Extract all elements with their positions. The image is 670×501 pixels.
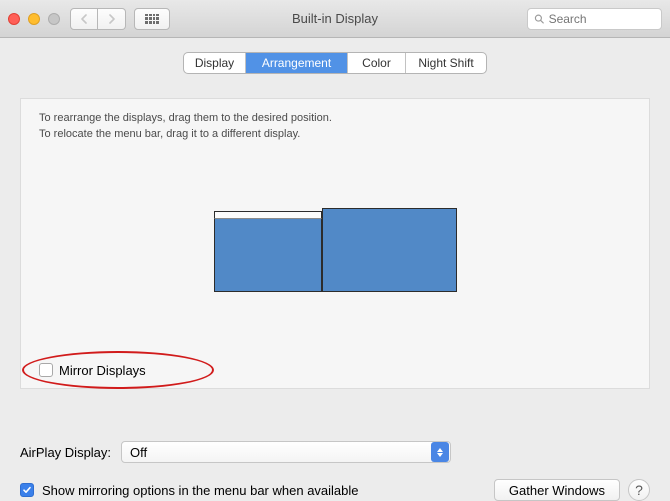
show-mirroring-label: Show mirroring options in the menu bar w… (42, 483, 359, 498)
nav-back-forward (70, 8, 126, 30)
mirror-displays-label: Mirror Displays (59, 363, 146, 378)
search-field[interactable] (527, 8, 662, 30)
tab-color[interactable]: Color (348, 53, 406, 73)
minimize-window-button[interactable] (28, 13, 40, 25)
mirror-displays-row: Mirror Displays (39, 363, 631, 378)
arrangement-panel: To rearrange the displays, drag them to … (20, 98, 650, 389)
forward-button[interactable] (98, 8, 126, 30)
search-input[interactable] (549, 12, 655, 26)
display-secondary[interactable] (322, 208, 457, 292)
content: To rearrange the displays, drag them to … (0, 74, 670, 427)
airplay-row: AirPlay Display: Off (20, 441, 650, 463)
window-controls (8, 13, 60, 25)
hint-line-2: To relocate the menu bar, drag it to a d… (39, 127, 631, 143)
mirror-displays-checkbox[interactable] (39, 363, 53, 377)
tabs: Display Arrangement Color Night Shift (0, 52, 670, 74)
gather-windows-button[interactable]: Gather Windows (494, 479, 620, 501)
footer-row: Show mirroring options in the menu bar w… (20, 479, 650, 501)
popup-arrows-icon (431, 442, 449, 462)
tab-night-shift[interactable]: Night Shift (406, 53, 486, 73)
display-primary[interactable] (214, 218, 322, 292)
bottom-area: AirPlay Display: Off Show mirroring opti… (0, 427, 670, 501)
grid-icon (145, 14, 159, 24)
airplay-label: AirPlay Display: (20, 445, 111, 460)
display-arrangement-area[interactable] (39, 143, 631, 357)
tab-display[interactable]: Display (184, 53, 246, 73)
show-all-button[interactable] (134, 8, 170, 30)
show-mirroring-checkbox[interactable] (20, 483, 34, 497)
airplay-popup[interactable]: Off (121, 441, 451, 463)
zoom-window-button[interactable] (48, 13, 60, 25)
help-button[interactable]: ? (628, 479, 650, 501)
tab-arrangement[interactable]: Arrangement (246, 53, 348, 73)
close-window-button[interactable] (8, 13, 20, 25)
tab-bar: Display Arrangement Color Night Shift (183, 52, 487, 74)
titlebar: Built-in Display (0, 0, 670, 38)
search-icon (534, 13, 545, 25)
airplay-value: Off (130, 445, 147, 460)
hint-line-1: To rearrange the displays, drag them to … (39, 111, 631, 127)
preferences-window: Built-in Display Display Arrangement Col… (0, 0, 670, 501)
displays-group (214, 208, 457, 292)
back-button[interactable] (70, 8, 98, 30)
menu-bar-handle[interactable] (214, 211, 322, 219)
